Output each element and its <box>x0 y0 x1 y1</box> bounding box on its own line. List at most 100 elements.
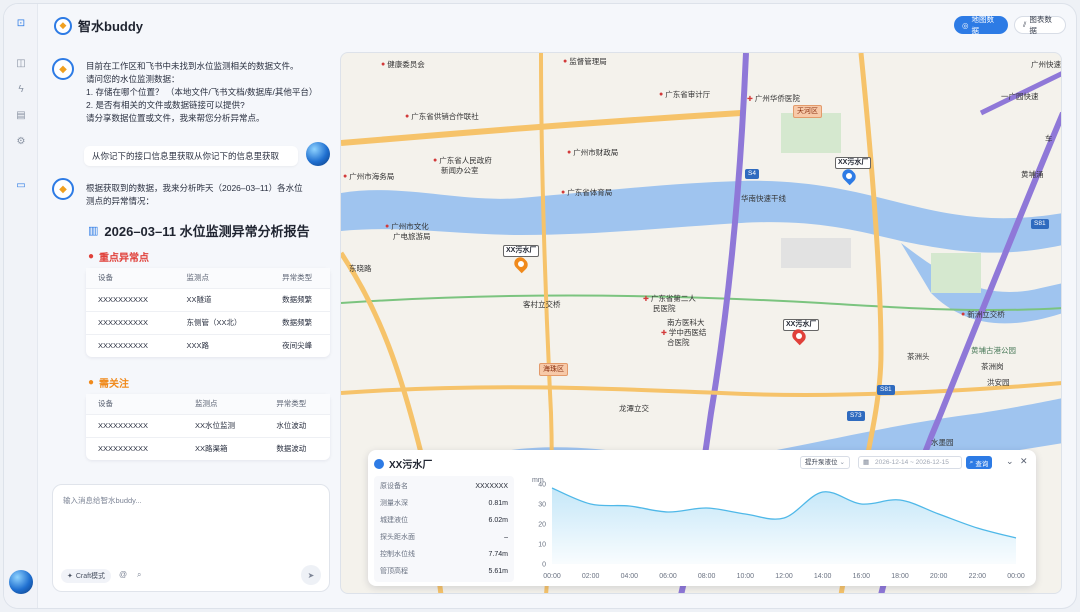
station-panel: XX污水厂 提升泵液位 ⌄ ▦ 2026-12-14 ~ 2026-12-15 … <box>368 450 1036 586</box>
poi[interactable]: ● 广州市财政局 <box>567 147 618 158</box>
poi: 龙潭立交 <box>619 403 649 414</box>
poi[interactable]: ✚ 广州华侨医院 <box>747 93 800 104</box>
user-message-avatar <box>306 142 330 166</box>
poi: 华南快速干线 <box>741 193 786 204</box>
x-tick-label: 20:00 <box>930 573 948 580</box>
poi-icon: ● <box>567 149 572 156</box>
msg-line: 测点的异常情况： <box>86 196 155 206</box>
poi-label: 一广园快速 <box>1001 92 1039 101</box>
poi-label: 水墨园 <box>931 438 954 447</box>
send-button[interactable]: ➤ <box>301 565 321 585</box>
msg-line: 根据获取到的数据，我来分析昨天（2026–03–11）各水位 <box>86 183 303 193</box>
poi-label: 新洲立交桥 <box>967 310 1005 319</box>
park <box>931 253 981 293</box>
table-row[interactable]: XXXXXXXXXX XX路渠箱 数据波动 <box>86 436 330 460</box>
poi[interactable]: ● 广东省供销合作联社 <box>405 111 479 122</box>
poi[interactable]: ● 广东省体育局 <box>561 187 612 198</box>
park <box>781 113 841 153</box>
chat-icon[interactable]: ◫ <box>14 56 28 70</box>
query-button[interactable]: ⌕ 查询 <box>966 456 992 469</box>
message-icon[interactable]: ▭ <box>14 178 28 192</box>
poi-label: 东晓路 <box>349 264 372 273</box>
message-input[interactable]: 输入消息给智水buddy... ✦ Craft模式 @ ⌕ ➤ <box>52 484 330 592</box>
y-tick-label: 40 <box>538 482 546 489</box>
poi-icon: ● <box>381 61 386 68</box>
date-range-input[interactable]: ▦ 2026-12-14 ~ 2026-12-15 <box>858 456 962 469</box>
poi-label: 洪安园 <box>987 378 1010 387</box>
road-badge: S81 <box>1031 219 1049 229</box>
cell-point: XX水位监测 <box>182 413 265 437</box>
msg-line: 1. 存储在哪个位置？ （本地文件/飞书文档/数据库/其他平台） <box>86 87 318 97</box>
poi-label: 黄埔涌 <box>1021 170 1044 179</box>
craft-mode-label: Craft模式 <box>75 573 106 580</box>
poi-label: 广州市财政局 <box>573 148 619 157</box>
craft-mode-button[interactable]: ✦ Craft模式 <box>61 569 112 583</box>
poi[interactable]: ● 新洲立交桥 <box>961 309 1005 320</box>
document-icon[interactable]: ▤ <box>14 108 28 122</box>
table-row[interactable]: XXXXXXXXXX XX水位监测 水位波动 <box>86 413 330 437</box>
poi[interactable]: ● 广东省审计厅 <box>659 89 710 100</box>
mention-icon[interactable]: @ <box>119 570 127 579</box>
cell-device: XXXXXXXXXX <box>86 413 183 437</box>
attention-title-text: 需关注 <box>99 379 130 390</box>
poi-label: 车 <box>1045 134 1053 143</box>
poi: 一广园快速 <box>1001 91 1039 102</box>
poi: 广电旅游局 <box>393 231 431 242</box>
user-avatar[interactable] <box>9 570 33 594</box>
attachment-icon[interactable]: ⌕ <box>137 570 141 580</box>
poi: 茶洲岗 <box>981 361 1004 372</box>
cell-point: XX隧道 <box>174 287 271 311</box>
chart-icon: ⫽ <box>1023 20 1027 29</box>
poi[interactable]: ● 监督管理局 <box>563 56 607 67</box>
map-data-label: 地图数据 <box>971 15 995 35</box>
poi[interactable]: ● 健康委员会 <box>381 59 425 70</box>
x-tick-label: 04:00 <box>621 573 639 580</box>
info-key: 管顶高程 <box>380 568 408 575</box>
cell-type: 水位波动 <box>264 413 330 437</box>
station-icon <box>374 458 384 469</box>
craft-icon: ✦ <box>67 573 73 580</box>
attention-table: 设备 监测点 异常类型 XXXXXXXXXX XX水位监测 水位波动 XXXXX… <box>86 394 330 460</box>
info-value: 0.81m <box>488 500 508 507</box>
poi: 民医院 <box>653 303 676 314</box>
bolt-icon[interactable]: ϟ <box>14 82 28 96</box>
series-area <box>552 488 1016 564</box>
poi-icon: ● <box>385 223 390 230</box>
gear-icon[interactable]: ⚙ <box>14 134 28 148</box>
x-tick-label: 10:00 <box>737 573 755 580</box>
table-row[interactable]: XXXXXXXXXX 东侧管（XX北） 数据频繁 <box>86 310 330 334</box>
metric-select[interactable]: 提升泵液位 ⌄ <box>800 456 850 469</box>
y-tick-label: 20 <box>538 522 546 529</box>
y-tick-label: 30 <box>538 502 546 509</box>
collapse-icon[interactable]: ⌄ <box>1006 456 1014 467</box>
poi-icon: ✚ <box>747 95 753 103</box>
poi[interactable]: 黄埔古港公园 <box>971 345 1016 356</box>
metric-select-value: 提升泵液位 <box>805 459 838 466</box>
road-badge: S4 <box>745 169 759 179</box>
poi-label: 民医院 <box>653 304 676 313</box>
cell-device: XXXXXXXXXX <box>86 287 175 311</box>
bar-chart-icon: ▥ <box>88 225 99 237</box>
poi[interactable]: ● 广州市海务局 <box>343 171 394 182</box>
pin-label: XX污水厂 <box>835 157 872 169</box>
x-tick-label: 16:00 <box>853 573 871 580</box>
sidebar-toggle-icon[interactable]: ⊡ <box>14 16 28 30</box>
cell-type: 数据频繁 <box>270 310 330 334</box>
bot-message-2: 根据获取到的数据，我来分析昨天（2026–03–11）各水位 测点的异常情况： <box>86 182 336 208</box>
table-row[interactable]: XXXXXXXXXX XX隧道 数据频繁 <box>86 287 330 311</box>
poi-label: 广州市海务局 <box>349 172 395 181</box>
calendar-icon: ▦ <box>863 459 870 466</box>
poi-icon: ● <box>961 311 966 318</box>
poi-icon: ● <box>433 157 438 164</box>
table-header: 设备 监测点 异常类型 <box>86 394 330 414</box>
poi: 广州快速 <box>1031 59 1061 70</box>
map-data-button[interactable]: ◎ 地图数据 <box>954 15 1008 35</box>
chart-data-button[interactable]: ⫽ 图表数据 <box>1014 15 1066 35</box>
poi: 洪安园 <box>987 377 1010 388</box>
msg-line: 请问您的水位监测数据： <box>86 74 180 84</box>
poi-icon: ● <box>659 91 664 98</box>
poi-label: 新闻办公室 <box>441 166 479 175</box>
info-value: 5.61m <box>488 568 508 575</box>
close-icon[interactable]: ✕ <box>1020 456 1028 467</box>
table-row[interactable]: XXXXXXXXXX XXX路 夜间尖峰 <box>86 333 330 357</box>
